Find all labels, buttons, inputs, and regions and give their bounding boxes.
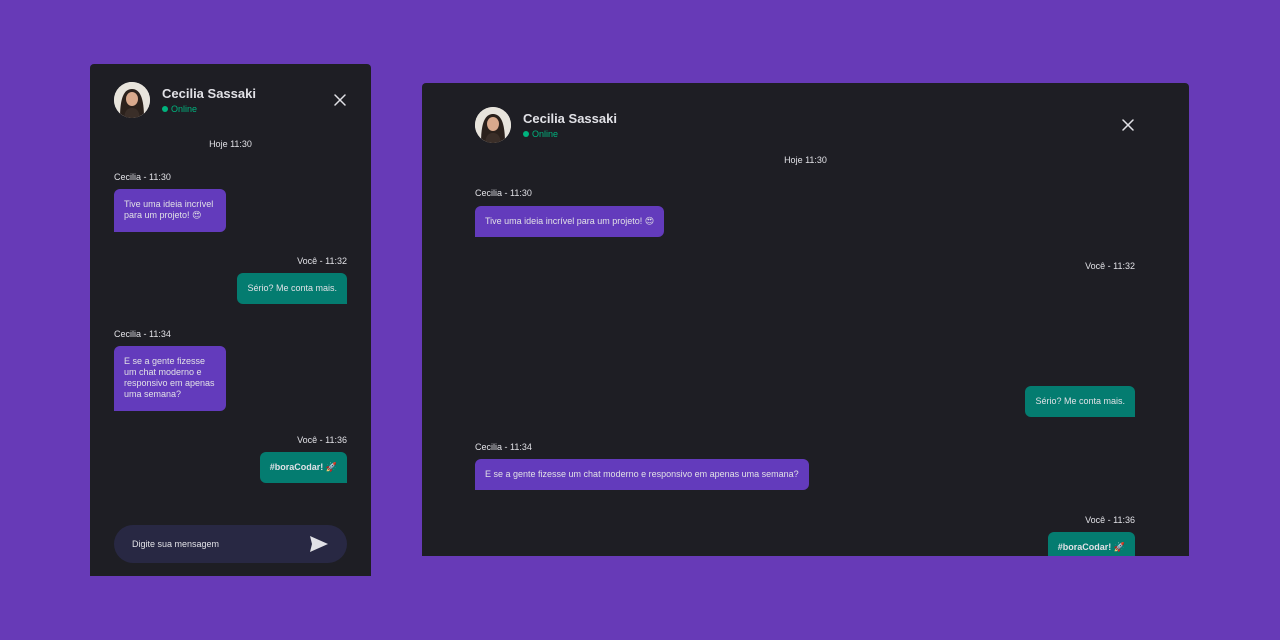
message-meta: Cecilia - 11:30 <box>475 188 532 198</box>
chat-header: Cecilia Sassaki Online <box>114 82 256 118</box>
message-meta: Você - 11:32 <box>1085 261 1135 271</box>
message-bubble-incoming: E se a gente fizesse um chat moderno e r… <box>475 459 809 490</box>
contact-name: Cecilia Sassaki <box>162 86 256 101</box>
close-icon[interactable] <box>1121 118 1135 132</box>
send-icon[interactable] <box>309 535 329 553</box>
message-input[interactable] <box>132 539 309 549</box>
message-meta: Cecilia - 11:34 <box>114 329 171 339</box>
message-bubble-incoming: Tive uma ideia incrível para um projeto!… <box>475 206 665 237</box>
message-bubble-outgoing: #boraCodar! 🚀 <box>259 452 347 483</box>
chat-header: Cecilia Sassaki Online <box>475 107 617 143</box>
message-meta: Você - 11:36 <box>1085 515 1135 525</box>
message-bubble-outgoing: Sério? Me conta mais. <box>1025 386 1135 417</box>
date-divider: Hoje 11:30 <box>784 155 827 165</box>
mobile-chat-panel: Cecilia Sassaki Online Hoje 11:30 Cecili… <box>90 64 371 576</box>
message-bubble-incoming: E se a gente fizesse um chat moderno e r… <box>114 346 226 411</box>
online-dot-icon <box>523 131 529 137</box>
avatar[interactable] <box>475 107 511 143</box>
message-composer <box>114 525 347 563</box>
message-meta: Você - 11:32 <box>297 256 347 266</box>
message-meta: Você - 11:36 <box>297 435 347 445</box>
message-meta: Cecilia - 11:34 <box>475 442 532 452</box>
avatar[interactable] <box>114 82 150 118</box>
contact-name: Cecilia Sassaki <box>523 111 617 126</box>
close-icon[interactable] <box>333 93 347 107</box>
date-divider: Hoje 11:30 <box>209 139 252 149</box>
message-bubble-outgoing: #boraCodar! 🚀 <box>1047 532 1135 556</box>
online-status: Online <box>162 104 256 114</box>
status-label: Online <box>171 104 198 114</box>
online-dot-icon <box>162 106 168 112</box>
status-label: Online <box>532 129 559 139</box>
message-meta: Cecilia - 11:30 <box>114 172 171 182</box>
message-bubble-outgoing: Sério? Me conta mais. <box>237 273 347 304</box>
message-bubble-incoming: Tive uma ideia incrível para um projeto!… <box>114 189 226 232</box>
desktop-chat-panel: Cecilia Sassaki Online Hoje 11:30 Cecili… <box>422 83 1189 556</box>
online-status: Online <box>523 129 617 139</box>
